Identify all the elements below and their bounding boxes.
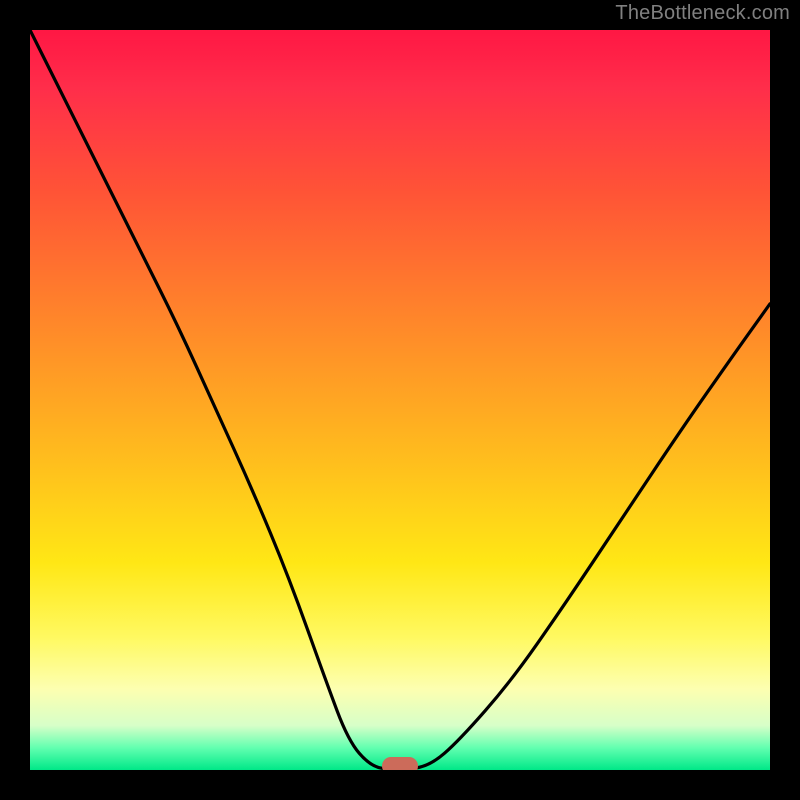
bottleneck-curve [30,30,770,770]
plot-area [30,30,770,770]
optimal-point-marker [382,757,418,770]
watermark-text: TheBottleneck.com [615,2,790,25]
chart-frame: TheBottleneck.com [0,0,800,800]
